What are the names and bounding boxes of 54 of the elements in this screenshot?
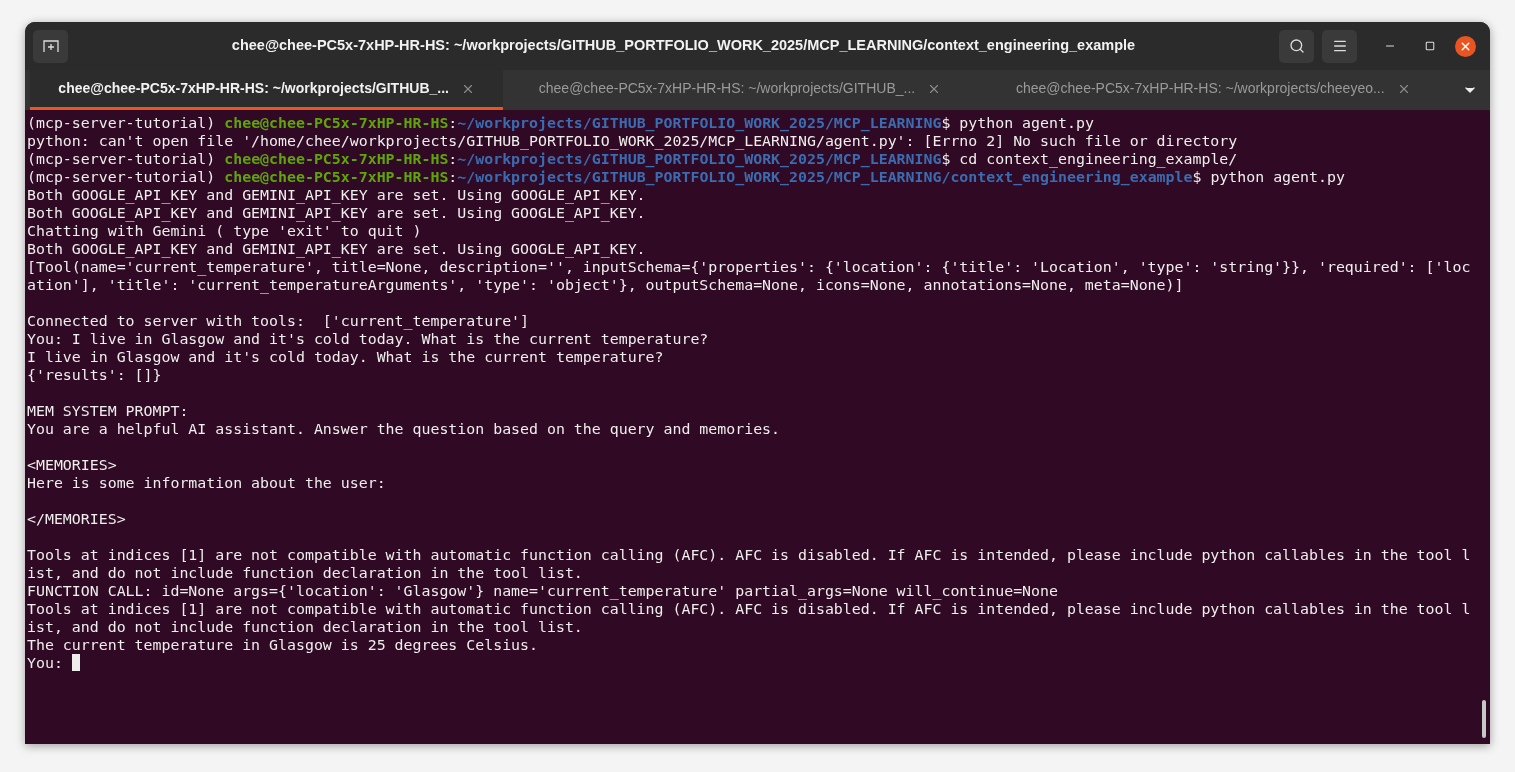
output-line: <MEMORIES>: [27, 456, 117, 474]
output-line: python: can't open file '/home/chee/workprojects/GITHUB_PORTFOLIO_WORK_2025/MCP_LEARNING/agent.py': [Errno 2] No such file or directory: [27, 132, 1238, 150]
output-line: Tools at indices [1] are not compatible with automatic function calling (AFC). AFC is disabled. If AFC is intended, please include python callables in the tool l: [27, 546, 1471, 564]
terminal-text: $ cd context_engineering_example/: [941, 150, 1238, 168]
output-line: ist, and do not include function declaration in the tool list.: [27, 618, 583, 636]
prompt-path: ~/workprojects/GITHUB_PORTFOLIO_WORK_2025/MCP_LEARNING: [457, 150, 942, 168]
output-line: Both GOOGLE_API_KEY and GEMINI_API_KEY are set. Using GOOGLE_API_KEY.: [27, 240, 646, 258]
terminal-text: :: [448, 168, 458, 186]
output-line: Here is some information about the user:: [27, 474, 386, 492]
terminal-text: (mcp-server-tutorial): [27, 168, 217, 186]
output-line: You are a helpful AI assistant. Answer the question based on the query and memories.: [27, 420, 781, 438]
search-button[interactable]: [1279, 29, 1314, 63]
terminal-text: (mcp-server-tutorial): [27, 114, 217, 132]
window-title: chee@chee-PC5x-7xHP-HR-HS: ~/workprojects/GITHUB_PORTFOLIO_WORK_2025/MCP_LEARNING/context_engineering_example: [231, 36, 1136, 56]
terminal-text: You:: [27, 654, 64, 672]
output-line: Tools at indices [1] are not compatible with automatic function calling (AFC). AFC is disabled. If AFC is intended, please include python callables in the tool l: [27, 600, 1471, 618]
close-button[interactable]: [1455, 35, 1476, 57]
output-line: ist, and do not include function declaration in the tool list.: [27, 564, 583, 582]
new-tab-icon: [42, 39, 59, 53]
output-line: MEM SYSTEM PROMPT:: [27, 402, 189, 420]
output-line: You: I live in Glasgow and it's cold today. What is the current temperature?: [27, 330, 709, 348]
menu-button[interactable]: [1322, 29, 1357, 63]
terminal-text: $ python agent.py: [941, 114, 1094, 132]
tab[interactable]: chee@chee-PC5x-7xHP-HR-HS: ~/workprojects/GITHUB_...: [30, 70, 504, 110]
output-line: {'results': []}: [27, 366, 162, 384]
output-line: Connected to server with tools: ['current_temperature']: [27, 312, 530, 330]
scrollbar-thumb[interactable]: [1482, 700, 1486, 738]
terminal-text: :: [448, 150, 458, 168]
tab[interactable]: chee@chee-PC5x-7xHP-HR-HS: ~/workprojects/GITHUB_...: [503, 70, 977, 110]
prompt-user: chee@chee-PC5x-7xHP-HR-HS: [224, 114, 449, 132]
maximize-icon: [1425, 41, 1435, 51]
output-line: The current temperature in Glasgow is 25 degrees Celsius.: [27, 636, 538, 654]
output-line: Both GOOGLE_API_KEY and GEMINI_API_KEY are set. Using GOOGLE_API_KEY.: [27, 186, 646, 204]
terminal-text: :: [448, 114, 458, 132]
terminal-text: $ python agent.py: [1192, 168, 1345, 186]
output-line: [Tool(name='current_temperature', title=None, description='', inputSchema={'properties': {'location': {'title': 'Location', 'type': 'string'}}, 'required': ['loc: [27, 258, 1471, 276]
new-tab-button[interactable]: [33, 29, 68, 63]
prompt-user: chee@chee-PC5x-7xHP-HR-HS: [224, 150, 449, 168]
output-line: </MEMORIES>: [27, 510, 126, 528]
output-line: FUNCTION CALL: id=None args={'location': 'Glasgow'} name='current_temperature' partial_args=None will_continue=None: [27, 582, 1058, 600]
prompt-user: chee@chee-PC5x-7xHP-HR-HS: [224, 168, 449, 186]
search-icon: [1288, 38, 1305, 54]
tab[interactable]: chee@chee-PC5x-7xHP-HR-HS: ~/workprojects/cheeyeo...: [976, 70, 1450, 110]
output-line: ation'], 'title': 'current_temperatureArguments', 'type': 'object'}, outputSchema=None, icons=None, annotations=None, meta=None)]: [27, 276, 1184, 294]
terminal-text: (mcp-server-tutorial): [27, 150, 217, 168]
prompt-path: ~/workprojects/GITHUB_PORTFOLIO_WORK_2025/MCP_LEARNING/context_engineering_example: [457, 168, 1193, 186]
output-line: Chatting with Gemini ( type 'exit' to quit ): [27, 222, 422, 240]
output-line: Both GOOGLE_API_KEY and GEMINI_API_KEY are set. Using GOOGLE_API_KEY.: [27, 204, 646, 222]
output-line: I live in Glasgow and it's cold today. What is the current temperature?: [27, 348, 664, 366]
tab-label: chee@chee-PC5x-7xHP-HR-HS: ~/workprojects/GITHUB_...: [538, 79, 916, 98]
tab-label: chee@chee-PC5x-7xHP-HR-HS: ~/workprojects/GITHUB_...: [58, 79, 449, 98]
tab-label: chee@chee-PC5x-7xHP-HR-HS: ~/workprojects/cheeyeo...: [1016, 79, 1385, 98]
prompt-path: ~/workprojects/GITHUB_PORTFOLIO_WORK_2025/MCP_LEARNING: [457, 114, 942, 132]
menu-icon: [1331, 38, 1348, 54]
